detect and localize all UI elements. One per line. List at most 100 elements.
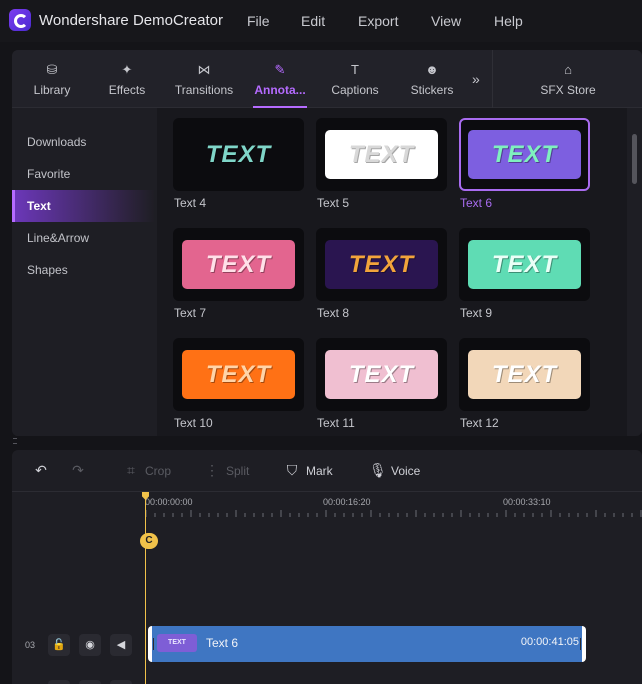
split-button[interactable]: ⋮ Split bbox=[204, 462, 249, 479]
sidebar-item-shapes[interactable]: Shapes bbox=[12, 254, 155, 286]
ruler-time-label: 00:00:00:00 bbox=[145, 497, 193, 507]
layers-icon: ⛁ bbox=[46, 62, 58, 77]
next-track-visibility-button[interactable] bbox=[79, 680, 101, 684]
annotation-icon: ✎ bbox=[274, 62, 286, 77]
undo-icon: ↶ bbox=[35, 462, 47, 478]
unlock-icon: 🔓 bbox=[52, 639, 66, 651]
grid-scrollbar[interactable] bbox=[632, 134, 637, 184]
split-icon: ⋮ bbox=[205, 462, 219, 478]
preset-plate: TEXT bbox=[468, 350, 581, 399]
track-number: 03 bbox=[25, 640, 36, 650]
timeline-ruler[interactable]: 00:00:00:00 00:00:16:20 00:00:33:10 bbox=[145, 492, 642, 518]
clip-thumbnail: TEXT bbox=[157, 634, 197, 652]
ruler-time-label: 00:00:16:20 bbox=[323, 497, 371, 507]
tab-captions[interactable]: T Captions bbox=[327, 50, 383, 108]
timeline-toolbar: ↶ ↷ ⌗ Crop ⋮ Split ⛉ Mark 🎙 Voice bbox=[12, 450, 642, 492]
preset-thumbnail[interactable]: TEXT bbox=[173, 118, 304, 191]
preset-name: Text 10 bbox=[174, 416, 213, 430]
clip-trim-handle-right[interactable] bbox=[580, 638, 581, 650]
bowtie-icon: ⋈ bbox=[197, 62, 211, 77]
panel-resize-handle-icon[interactable] bbox=[13, 438, 17, 444]
title-bar: Wondershare DemoCreator File Edit Export… bbox=[0, 0, 642, 42]
menu-export[interactable]: Export bbox=[358, 13, 398, 29]
preset-plate: TEXT bbox=[205, 140, 272, 168]
preset-thumbnail[interactable]: TEXT bbox=[316, 228, 447, 301]
redo-icon: ↷ bbox=[72, 462, 84, 478]
menu-edit[interactable]: Edit bbox=[301, 13, 325, 29]
caption-icon: T bbox=[351, 62, 359, 77]
preset-plate: TEXT bbox=[468, 130, 581, 179]
split-label: Split bbox=[226, 464, 250, 478]
tab-label: Stickers bbox=[410, 83, 454, 97]
voice-button[interactable]: 🎙 Voice bbox=[369, 462, 420, 479]
next-track-audio-button[interactable] bbox=[110, 680, 132, 684]
playhead-line[interactable] bbox=[145, 494, 146, 684]
tab-label: SFX Store bbox=[540, 83, 596, 97]
track-visibility-button[interactable]: ◉ bbox=[79, 634, 101, 656]
tab-library[interactable]: ⛁ Library bbox=[23, 50, 81, 108]
preset-name: Text 4 bbox=[174, 196, 207, 210]
tab-label: Captions bbox=[331, 83, 379, 97]
preset-plate: TEXT bbox=[182, 240, 295, 289]
microphone-icon: 🎙 bbox=[369, 462, 387, 478]
crop-label: Crop bbox=[145, 464, 172, 478]
preset-name: Text 12 bbox=[460, 416, 499, 430]
menu-file[interactable]: File bbox=[247, 13, 270, 29]
speaker-icon: ◀ bbox=[116, 639, 126, 651]
mark-label: Mark bbox=[306, 464, 333, 478]
ruler-ticks bbox=[145, 510, 642, 517]
redo-button[interactable]: ↷ bbox=[70, 462, 92, 479]
sidebar-item-downloads[interactable]: Downloads bbox=[12, 126, 155, 158]
preset-plate: TEXT bbox=[182, 350, 295, 399]
annotation-category-sidebar: Downloads Favorite Text Line&Arrow Shape… bbox=[12, 108, 155, 436]
next-track-lock-button[interactable] bbox=[48, 680, 70, 684]
preset-name: Text 5 bbox=[317, 196, 350, 210]
app-logo-icon bbox=[9, 9, 31, 31]
timeline-clip[interactable]: TEXT Text 6 00:00:41:05 bbox=[148, 626, 586, 662]
preset-thumbnail[interactable]: TEXT bbox=[173, 338, 304, 411]
tab-label: Effects bbox=[108, 83, 146, 97]
store-icon: ⌂ bbox=[564, 62, 572, 77]
preset-name: Text 7 bbox=[174, 306, 207, 320]
sidebar-item-line-arrow[interactable]: Line&Arrow bbox=[12, 222, 155, 254]
preset-plate: TEXT bbox=[325, 350, 438, 399]
preset-plate: TEXT bbox=[325, 130, 438, 179]
undo-button[interactable]: ↶ bbox=[33, 462, 55, 479]
more-tabs-chevron-icon[interactable]: » bbox=[472, 71, 480, 87]
timeline-panel: ↶ ↷ ⌗ Crop ⋮ Split ⛉ Mark 🎙 Voice 00:00:00:0… bbox=[12, 450, 642, 684]
preset-thumbnail[interactable]: TEXT bbox=[459, 118, 590, 191]
track-audio-button[interactable]: ◀ bbox=[110, 634, 132, 656]
resource-panel: ⛁ Library ✦ Effects ⋈ Transitions ✎ Anno… bbox=[12, 50, 642, 436]
tab-transitions[interactable]: ⋈ Transitions bbox=[172, 50, 236, 108]
preset-thumbnail[interactable]: TEXT bbox=[173, 228, 304, 301]
tab-effects[interactable]: ✦ Effects bbox=[100, 50, 154, 108]
sidebar-item-text[interactable]: Text bbox=[12, 190, 155, 222]
preset-name: Text 9 bbox=[460, 306, 493, 320]
crop-icon: ⌗ bbox=[127, 462, 135, 478]
clip-duration: 00:00:41:05 bbox=[520, 636, 579, 648]
preset-thumbnail[interactable]: TEXT bbox=[316, 118, 447, 191]
smiley-icon: ☻ bbox=[425, 62, 439, 77]
tab-label: Transitions bbox=[174, 83, 234, 97]
menu-help[interactable]: Help bbox=[494, 13, 523, 29]
tab-annotations[interactable]: ✎ Annota... bbox=[250, 50, 310, 108]
mark-button[interactable]: ⛉ Mark bbox=[284, 462, 333, 479]
tab-sfx-store[interactable]: ⌂ SFX Store bbox=[538, 50, 598, 108]
menu-view[interactable]: View bbox=[431, 13, 461, 29]
clip-name: Text 6 bbox=[206, 636, 239, 650]
tab-stickers[interactable]: ☻ Stickers bbox=[404, 50, 460, 108]
preset-thumbnail[interactable]: TEXT bbox=[459, 338, 590, 411]
eye-icon: ◉ bbox=[85, 639, 95, 651]
track-lock-button[interactable]: 🔓 bbox=[48, 634, 70, 656]
text-preset-grid: TEXT Text 4 TEXT Text 5 TEXT Text 6 TEXT… bbox=[157, 108, 637, 436]
tab-label: Library bbox=[33, 83, 71, 97]
sidebar-item-favorite[interactable]: Favorite bbox=[12, 158, 155, 190]
playhead-marker[interactable]: C bbox=[140, 533, 158, 549]
voice-label: Voice bbox=[391, 464, 421, 478]
preset-name: Text 11 bbox=[317, 416, 355, 430]
preset-thumbnail[interactable]: TEXT bbox=[459, 228, 590, 301]
crop-button[interactable]: ⌗ Crop bbox=[123, 462, 171, 479]
preset-plate: TEXT bbox=[325, 240, 438, 289]
preset-thumbnail[interactable]: TEXT bbox=[316, 338, 447, 411]
clip-trim-handle-left[interactable] bbox=[153, 638, 154, 650]
